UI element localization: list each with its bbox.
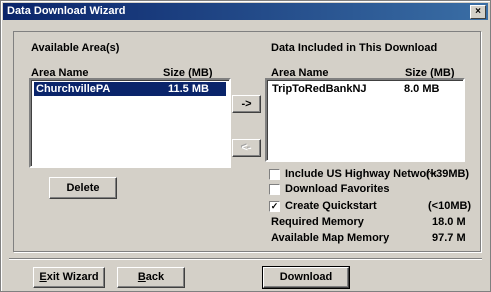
list-item[interactable]: TripToRedBankNJ 8.0 MB (270, 82, 460, 96)
list-item[interactable]: ChurchvillePA 11.5 MB (34, 82, 226, 96)
delete-button[interactable]: Delete (49, 177, 117, 199)
create-quickstart-label: Create Quickstart (285, 200, 377, 212)
area-size: 8.0 MB (404, 83, 440, 95)
available-areas-list[interactable]: ChurchvillePA 11.5 MB (29, 78, 231, 168)
area-name: TripToRedBankNJ (272, 83, 367, 95)
footer-divider (9, 258, 482, 260)
area-size: 11.5 MB (168, 83, 209, 95)
download-favorites-checkbox[interactable] (269, 184, 280, 195)
exit-mnemonic: E (39, 271, 47, 283)
remove-from-download-button[interactable]: <- (232, 139, 261, 157)
include-highway-checkbox[interactable] (269, 169, 280, 180)
back-label: ack (145, 271, 165, 283)
create-quickstart-size: (<10MB) (428, 200, 472, 212)
download-button[interactable]: Download (262, 266, 350, 289)
close-button[interactable]: × (470, 5, 486, 19)
available-memory-label: Available Map Memory (271, 232, 390, 244)
required-memory-label: Required Memory (271, 216, 364, 228)
include-highway-size: (~39MB) (426, 168, 470, 180)
arrow-left-icon: <- (241, 142, 252, 154)
back-button[interactable]: Back (117, 267, 185, 288)
arrow-right-icon: -> (241, 98, 252, 110)
download-button-label: Download (279, 271, 333, 283)
title-bar[interactable]: Data Download Wizard × (3, 3, 488, 20)
back-mnemonic: B (137, 271, 146, 283)
include-highway-label: Include US Highway Network (285, 168, 437, 180)
window-title: Data Download Wizard (7, 5, 126, 17)
download-wizard-window: Data Download Wizard × Available Area(s)… (0, 0, 491, 292)
available-memory-value: 97.7 M (432, 232, 466, 244)
included-data-heading: Data Included in This Download (271, 42, 438, 54)
add-to-download-button[interactable]: -> (232, 95, 261, 113)
exit-wizard-button[interactable]: Exit Wizard (33, 267, 105, 288)
close-icon: × (475, 6, 481, 17)
check-icon: ✓ (270, 201, 279, 211)
delete-button-label: Delete (66, 182, 100, 194)
download-favorites-label: Download Favorites (285, 183, 390, 195)
required-memory-value: 18.0 M (432, 216, 466, 228)
area-name: ChurchvillePA (36, 83, 111, 95)
exit-wizard-label: xit Wizard (46, 271, 99, 283)
create-quickstart-checkbox[interactable]: ✓ (269, 201, 280, 212)
available-areas-heading: Available Area(s) (31, 42, 120, 54)
included-data-list[interactable]: TripToRedBankNJ 8.0 MB (265, 78, 465, 162)
